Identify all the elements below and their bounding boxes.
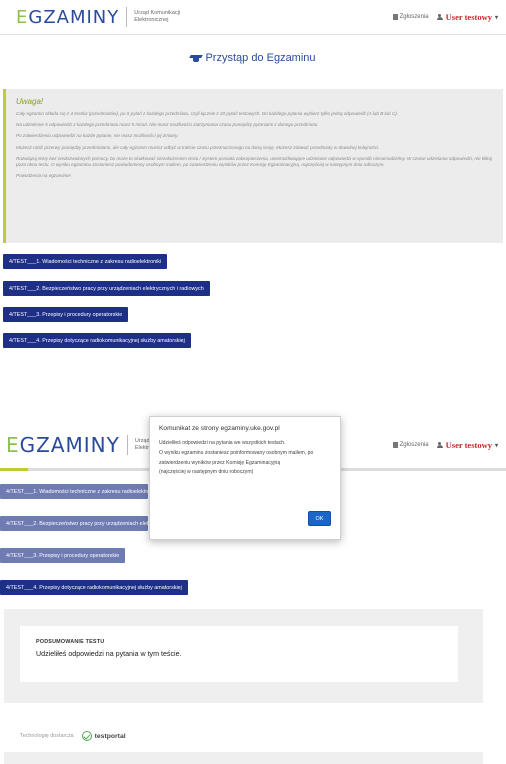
egzaminy-logo[interactable]: EGZAMINY Urząd Komunikacji Elektroniczne… [16, 7, 194, 28]
warning-paragraph: Cały egzamin składa się z 4 testów (prze… [16, 111, 399, 116]
dialog-message: Udzieliłeś odpowiedzi na pytania we wszy… [159, 439, 331, 478]
logo-divider [126, 7, 128, 27]
chevron-down-icon: ▾ [494, 14, 498, 21]
footer-label: Technologię dostarcza [20, 733, 74, 739]
dialog-line: O wyniku egzaminu zostaniesz poinformowa… [159, 449, 314, 456]
user-icon [436, 441, 443, 449]
warning-paragraph: Rozwiązuj testy bez niedozwolonych pomoc… [16, 155, 493, 168]
test-button-1[interactable]: 4/TEST___1. Wiadomości techniczne z zakr… [3, 254, 168, 269]
test-button-2[interactable]: 4/TEST___2. Bezpieczeństwo pracy przy ur… [3, 281, 210, 296]
testportal-logo[interactable]: testportal [81, 731, 126, 741]
warning-paragraph: Na udzielenie 5 odpowiedzi z każdego prz… [16, 122, 319, 128]
test-summary-card: PODSUMOWANIE TESTU Udzieliłeś odpowiedzi… [20, 626, 458, 682]
test-button-4[interactable]: 4/TEST___4. Przepisy dotyczące radiokomu… [3, 333, 191, 348]
footer: Technologię dostarcza testportal [20, 731, 126, 741]
reports-link[interactable]: Zgłoszenia [392, 14, 429, 20]
logo-text: EGZAMINY [6, 433, 120, 457]
footer-band [4, 752, 483, 764]
test-button-2[interactable]: 4/TEST___2. Bezpieczeństwo pracy przy ur… [0, 516, 148, 531]
page-title: Przystąp do Egzaminu [0, 52, 506, 64]
ok-button[interactable]: OK [308, 511, 331, 526]
test-button-3[interactable]: 4/TEST___3. Przepisy i procedury operato… [0, 548, 126, 563]
warning-paragraph: Powodzenia na egzaminie! [16, 173, 71, 179]
dialog-line: Udzieliłeś odpowiedzi na pytania we wszy… [159, 440, 286, 446]
document-icon [392, 14, 398, 20]
test-button-1[interactable]: 4/TEST___1. Wiadomości techniczne z zakr… [0, 484, 148, 499]
warning-paragraph: Po zatwierdzeniu odpowiedzi na każde pyt… [16, 133, 179, 139]
reports-link[interactable]: Zgłoszenia [392, 442, 429, 448]
summary-label: PODSUMOWANIE TESTU [36, 639, 105, 645]
graduation-cap-icon [190, 54, 202, 62]
user-name: User testowy [445, 12, 492, 22]
user-menu[interactable]: User testowy ▾ [436, 440, 498, 450]
alert-dialog: Komunikat ze strony egzaminy.uke.gov.pl … [149, 416, 341, 540]
warning-panel: Uwaga! Cały egzamin składa się z 4 testó… [3, 89, 503, 243]
summary-text: Udzieliłeś odpowiedzi na pytania w tym t… [36, 650, 182, 658]
top-header: EGZAMINY Urząd Komunikacji Elektroniczne… [0, 0, 506, 34]
header-actions: Zgłoszenia User testowy ▾ [392, 426, 498, 464]
test-button-3[interactable]: 4/TEST___3. Przepisy i procedury operato… [3, 307, 129, 322]
dialog-line: zatwierdzeniu wyników przez Komisję Egza… [159, 459, 281, 466]
logo-divider [126, 435, 128, 455]
logo-subtitle: Urząd Komunikacji Elektronicznej [134, 10, 181, 23]
user-icon [436, 13, 443, 21]
dialog-title: Komunikat ze strony egzaminy.uke.gov.pl [159, 425, 280, 432]
document-icon [392, 442, 398, 448]
logo-text: EGZAMINY [16, 6, 120, 28]
user-name: User testowy [445, 440, 492, 450]
testportal-check-icon [81, 731, 92, 741]
warning-paragraph: Możesz robić przerwy pomiędzy przedmiota… [16, 144, 380, 150]
header-actions: Zgłoszenia User testowy ▾ [392, 0, 498, 34]
header-divider [0, 34, 506, 35]
dialog-line: (najczęściej w następnym dniu roboczym) [159, 469, 254, 476]
user-menu[interactable]: User testowy ▾ [436, 12, 498, 22]
chevron-down-icon: ▾ [494, 442, 498, 449]
test-button-4[interactable]: 4/TEST___4. Przepisy dotyczące radiokomu… [0, 580, 188, 595]
warning-title: Uwaga! [16, 97, 44, 106]
